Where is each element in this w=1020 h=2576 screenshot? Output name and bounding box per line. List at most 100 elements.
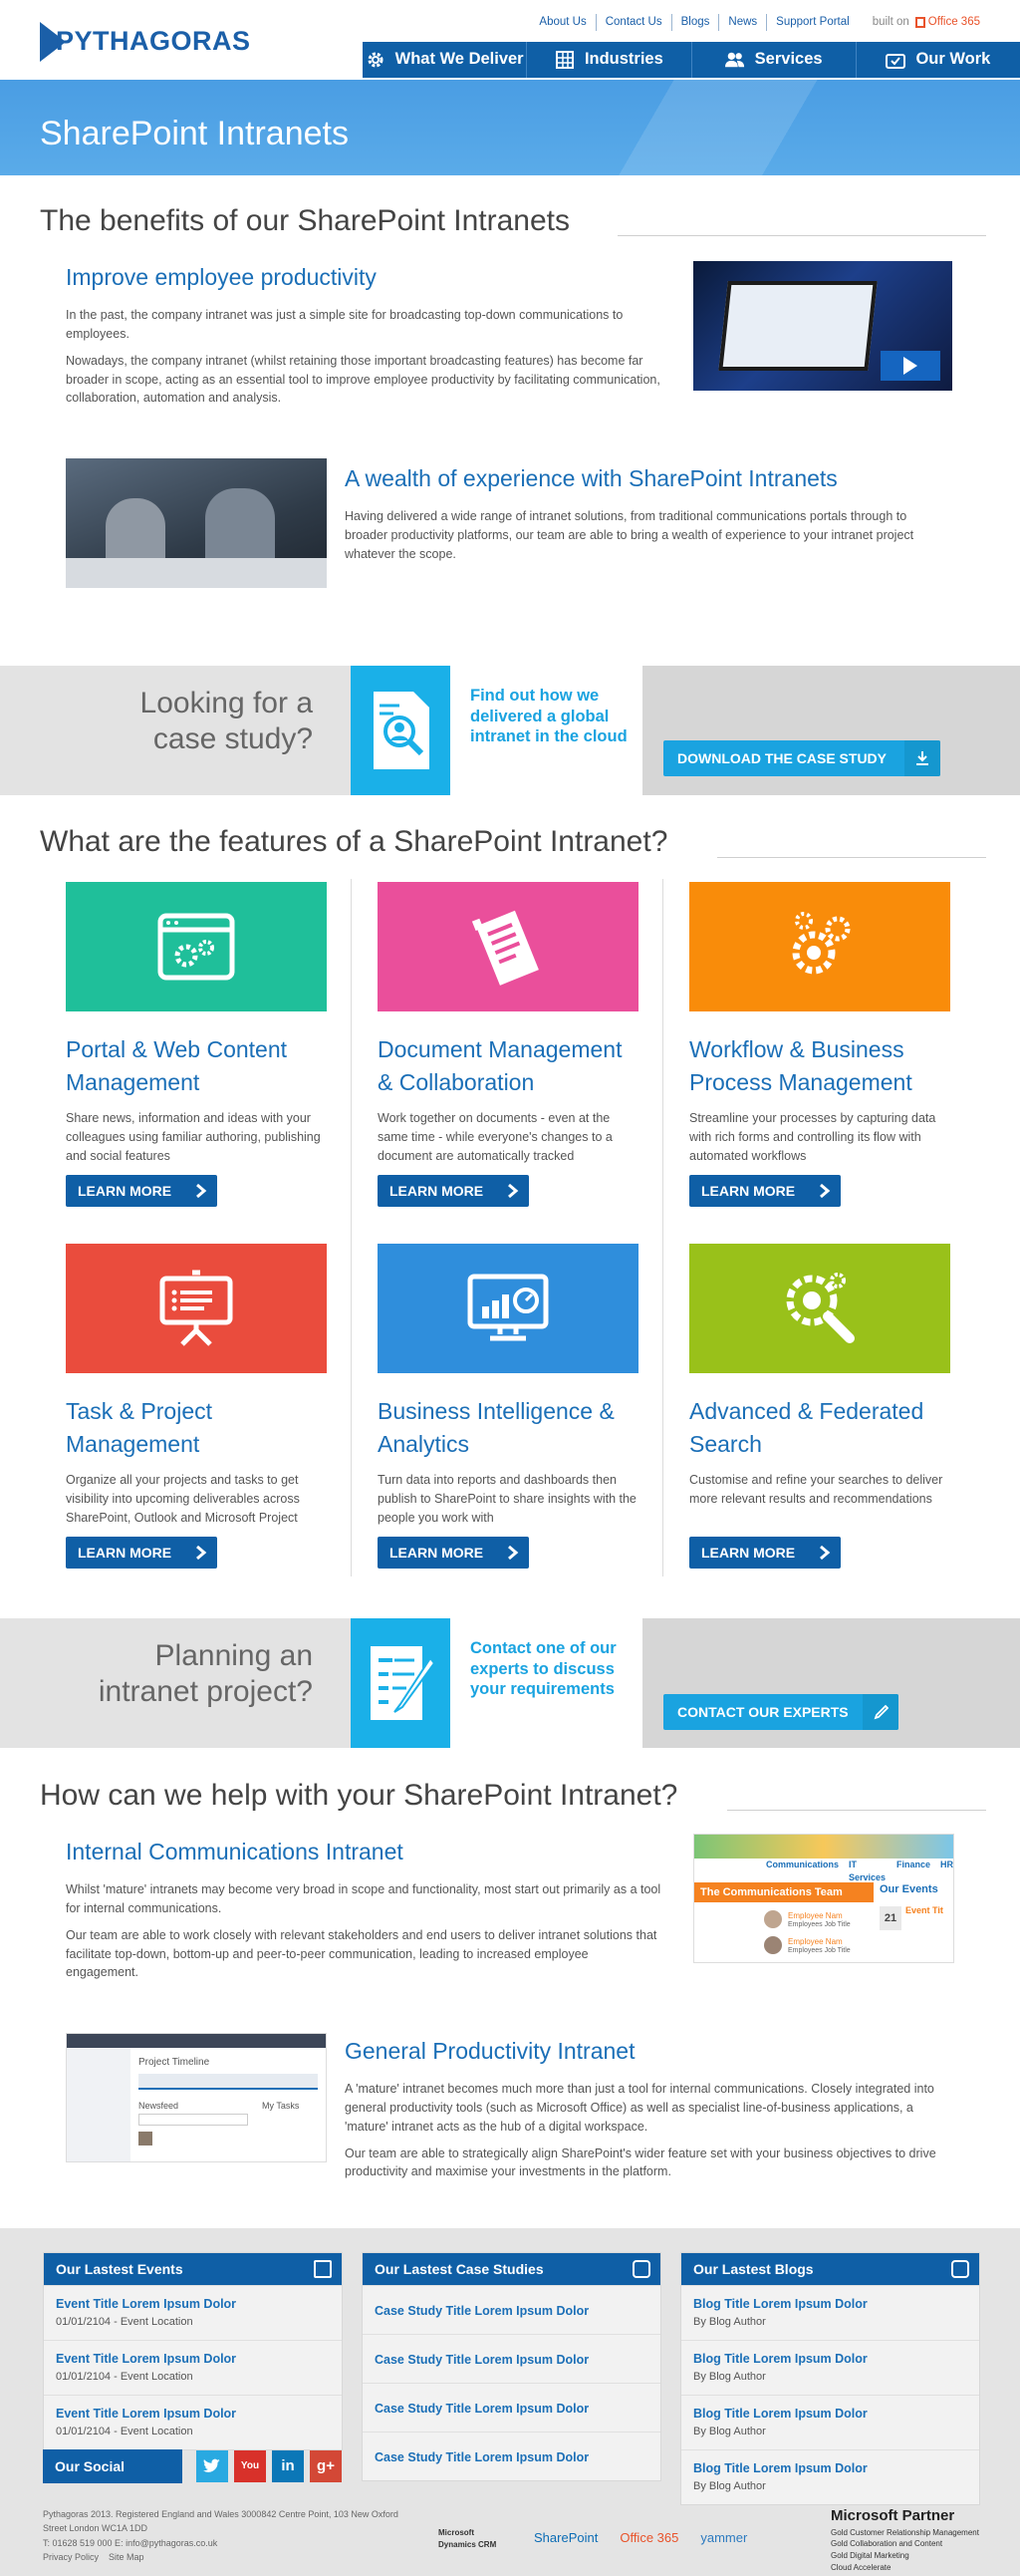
feature-text: Work together on documents - even at the… [378, 1111, 613, 1163]
legal-info: Pythagoras 2013. Registered England and … [43, 2507, 421, 2565]
screenshot-banner [694, 1835, 953, 1859]
chevron-right-icon [497, 1537, 529, 1569]
item-meta: By Blog Author [693, 2480, 766, 2493]
benefit-text: Having delivered a wide range of intrane… [345, 509, 914, 561]
office365-logo: Office 365 [620, 2530, 679, 2546]
list-item[interactable]: Case Study Title Lorem Ipsum Dolor [363, 2285, 660, 2334]
shot-tabs: Communications IT Services Finance HR [694, 1859, 953, 1883]
social-bar: Our Social You in g+ [43, 2449, 342, 2483]
top-link-blogs[interactable]: Blogs [672, 14, 720, 31]
help-text: A 'mature' intranet becomes much more th… [345, 2082, 934, 2134]
shot-title: Project Timeline [138, 2057, 210, 2068]
nav-services[interactable]: Services [690, 42, 856, 78]
youtube-icon[interactable]: You [234, 2450, 266, 2482]
learn-more-button[interactable]: LEARN MORE [378, 1537, 529, 1569]
site-header: PYTHAGORAS About Us Contact Us Blogs New… [0, 0, 1020, 80]
team-meeting-photo [66, 458, 327, 588]
list-item[interactable]: Event Title Lorem Ipsum Dolor 01/01/2104 … [44, 2395, 342, 2449]
shot-team-bar: The Communications Team [694, 1882, 874, 1902]
list-item[interactable]: Blog Title Lorem Ipsum Dolor By Blog Auth… [681, 2340, 979, 2395]
ms-competency: Gold Digital Marketing [831, 2550, 909, 2560]
column-divider [351, 879, 352, 1576]
feature-text: Organize all your projects and tasks to … [66, 1473, 300, 1525]
list-item[interactable]: Blog Title Lorem Ipsum Dolor By Blog Auth… [681, 2449, 979, 2504]
list-item[interactable]: Blog Title Lorem Ipsum Dolor By Blog Auth… [681, 2285, 979, 2340]
screenshot-topbar [67, 2034, 326, 2048]
nav-industries[interactable]: Industries [526, 42, 690, 78]
list-item[interactable]: Blog Title Lorem Ipsum Dolor By Blog Auth… [681, 2395, 979, 2449]
benefits-heading-text: The benefits of our SharePoint Intranets [40, 204, 570, 237]
briefcase-icon [886, 50, 906, 70]
linkedin-icon[interactable]: in [272, 2450, 304, 2482]
button-label: DOWNLOAD THE CASE STUDY [677, 749, 887, 766]
button-label: LEARN MORE [78, 1544, 172, 1561]
feature-text: Share news, information and ideas with y… [66, 1111, 321, 1163]
screenshot-input [138, 2114, 248, 2126]
list-item[interactable]: Case Study Title Lorem Ipsum Dolor [363, 2334, 660, 2383]
nav-our-work[interactable]: Our Work [855, 42, 1020, 78]
microsoft-partner-badge: Microsoft Partner Gold Customer Relation… [831, 2505, 980, 2573]
avatar [138, 2132, 152, 2146]
cta-description: Find out how we delivered a global intra… [470, 687, 628, 746]
legal-address: Pythagoras 2013. Registered England and … [43, 2509, 398, 2534]
chevron-right-icon [185, 1537, 217, 1569]
panel-title: Our Lastest Blogs [693, 2260, 814, 2277]
learn-more-button[interactable]: LEARN MORE [689, 1537, 841, 1569]
help-text: Whilst 'mature' intranets may become ver… [66, 1882, 661, 1916]
feature-search: Advanced & Federated Search Customise an… [689, 1244, 950, 1569]
shot-job: Employees Job Title [788, 1947, 851, 1954]
document-icon [378, 882, 638, 1011]
play-icon[interactable] [881, 351, 940, 381]
list-item[interactable]: Case Study Title Lorem Ipsum Dolor [363, 2383, 660, 2432]
avatar [764, 1910, 782, 1928]
page-title: SharePoint Intranets [40, 115, 349, 152]
learn-more-button[interactable]: LEARN MORE [689, 1175, 841, 1207]
top-link-support[interactable]: Support Portal [767, 14, 859, 31]
help-title: Internal Communications Intranet [66, 1839, 403, 1864]
case-study-doc-icon [351, 666, 450, 795]
learn-more-button[interactable]: LEARN MORE [66, 1537, 217, 1569]
nav-label: What We Deliver [394, 50, 524, 69]
list-item[interactable]: Event Title Lorem Ipsum Dolor 01/01/2104 … [44, 2340, 342, 2395]
help-text: Our team are able to strategically align… [345, 2146, 936, 2179]
features-heading-text: What are the features of a SharePoint In… [40, 825, 668, 858]
search-gear-icon [689, 1244, 950, 1373]
feature-title: Business Intelligence & Analytics [378, 1398, 615, 1458]
privacy-link[interactable]: Privacy Policy [43, 2552, 99, 2562]
main-nav: What We Deliver Industries Services Our … [363, 42, 1020, 78]
shot-tab: IT Services [849, 1860, 887, 1883]
panel-header: Our Lastest Blogs [681, 2253, 979, 2285]
item-meta: 01/01/2104 - Event Location [56, 2371, 193, 2384]
list-item[interactable]: Case Study Title Lorem Ipsum Dolor [363, 2432, 660, 2480]
top-link-news[interactable]: News [719, 14, 768, 31]
item-title: Blog Title Lorem Ipsum Dolor [693, 2352, 868, 2367]
sitemap-link[interactable]: Site Map [109, 2552, 144, 2562]
googleplus-icon[interactable]: g+ [310, 2450, 342, 2482]
item-title: Event Title Lorem Ipsum Dolor [56, 2352, 237, 2367]
download-case-study-button[interactable]: DOWNLOAD THE CASE STUDY [663, 740, 940, 776]
feature-text: Streamline your processes by capturing d… [689, 1111, 936, 1163]
learn-more-button[interactable]: LEARN MORE [66, 1175, 217, 1207]
page-banner: SharePoint Intranets [0, 80, 1020, 175]
contact-experts-button[interactable]: CONTACT OUR EXPERTS [663, 1694, 898, 1730]
people-icon [724, 50, 745, 70]
cta-description: Contact one of our experts to discuss yo… [470, 1639, 617, 1699]
benefits-heading: The benefits of our SharePoint Intranets [0, 199, 570, 243]
feature-title: Task & Project Management [66, 1398, 212, 1458]
site-footer: Our Lastest Events Event Title Lorem Ips… [0, 2228, 1020, 2576]
twitter-icon[interactable] [196, 2450, 228, 2482]
screenshot-sidebar [67, 2048, 130, 2161]
feature-title: Advanced & Federated Search [689, 1398, 924, 1458]
button-label: LEARN MORE [701, 1182, 796, 1199]
logo[interactable]: PYTHAGORAS [40, 22, 251, 62]
top-link-contact[interactable]: Contact Us [597, 14, 672, 31]
case-study-cta: Looking for a case study? Find out how w… [0, 666, 1020, 795]
nav-what-we-deliver[interactable]: What We Deliver [363, 42, 526, 78]
list-item[interactable]: Event Title Lorem Ipsum Dolor 01/01/2104 … [44, 2285, 342, 2340]
top-link-about[interactable]: About Us [530, 14, 597, 31]
intro-video[interactable] [693, 261, 952, 391]
item-title: Blog Title Lorem Ipsum Dolor [693, 2297, 868, 2311]
learn-more-button[interactable]: LEARN MORE [378, 1175, 529, 1207]
office365-label: Office 365 [927, 16, 980, 28]
browser-gear-icon [66, 882, 327, 1011]
